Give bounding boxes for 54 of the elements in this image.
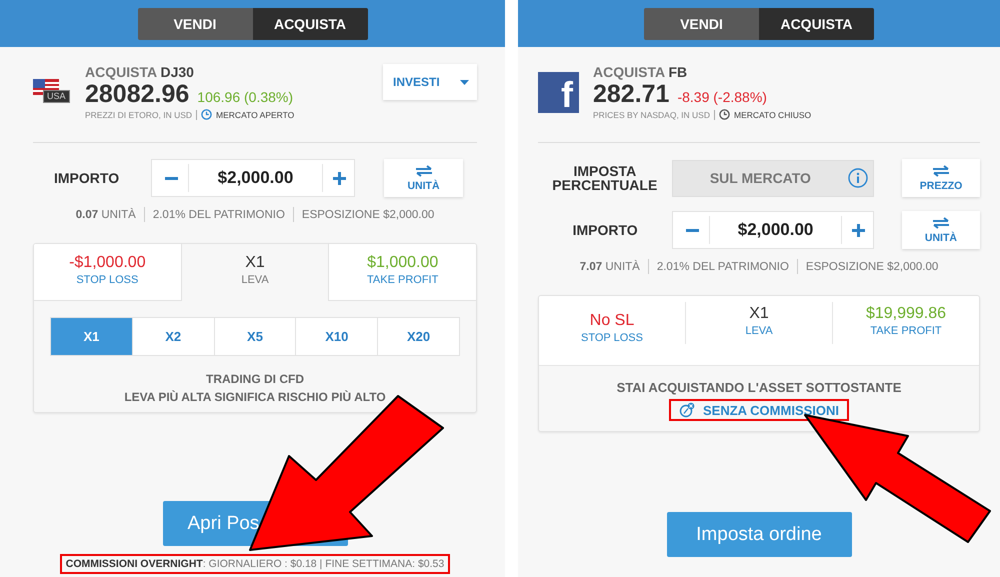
market-status: MERCATO CHIUSO xyxy=(734,110,812,120)
plus-icon[interactable] xyxy=(333,172,346,184)
info-text: STAI ACQUISTANDO L'ASSET SOTTOSTANTE xyxy=(616,380,902,395)
stat-text: ESPOSIZIONE $2,000.00 xyxy=(302,208,434,220)
price-source: PRICES BY NASDAQ, IN USD xyxy=(593,110,710,120)
instrument-title: ACQUISTA FB xyxy=(593,64,688,80)
side-tab[interactable]: VENDI xyxy=(138,8,252,40)
risk-tab[interactable]: $1,000.00 TAKE PROFIT xyxy=(329,244,476,301)
market-status: MERCATO APERTO xyxy=(216,110,294,120)
stat-text: ESPOSIZIONE $2,000.00 xyxy=(806,260,938,272)
amount-value: $2,000.00 xyxy=(188,164,323,192)
amount-value: $2,000.00 xyxy=(709,216,842,244)
invest-dropdown[interactable]: INVESTI xyxy=(383,64,477,100)
side-tab[interactable]: ACQUISTA xyxy=(252,8,368,40)
field-label: IMPORTO xyxy=(53,171,120,185)
swap-arrows-icon xyxy=(932,164,950,176)
leverage-option[interactable]: X20 xyxy=(377,318,459,355)
caret-icon xyxy=(460,80,469,84)
field-label: IMPOSTA PERCENTUALE xyxy=(551,164,658,192)
switch-button[interactable]: UNITÀ xyxy=(384,159,463,197)
side-tab[interactable]: ACQUISTA xyxy=(759,8,874,40)
amount-stepper[interactable]: $2,000.00 xyxy=(672,211,874,249)
minus-icon[interactable] xyxy=(165,176,178,180)
risk-tab[interactable]: X1 LEVA xyxy=(180,244,330,301)
info-text: LEVA PIÙ ALTA SIGNIFICA RISCHIO PIÙ ALTO xyxy=(124,390,386,404)
instrument-title: ACQUISTA DJ30 xyxy=(85,64,195,80)
plus-icon[interactable] xyxy=(852,224,865,236)
amount-stepper[interactable]: $2,000.00 xyxy=(151,159,355,197)
price: 28082.96 xyxy=(85,80,190,109)
leverage-option[interactable]: X1 xyxy=(51,318,132,355)
swap-arrows-icon xyxy=(932,216,950,228)
field-label: IMPORTO xyxy=(572,223,639,237)
switch-button[interactable]: UNITÀ xyxy=(902,211,980,249)
risk-tab[interactable]: -$1,000.00 STOP LOSS xyxy=(34,244,181,301)
side-tab[interactable]: VENDI xyxy=(644,8,759,40)
leverage-option[interactable]: X10 xyxy=(295,318,378,355)
minus-icon[interactable] xyxy=(686,228,700,232)
info-text: TRADING DI CFD xyxy=(206,372,304,386)
stat-text: 2.01% DEL PATRIMONIO xyxy=(152,208,285,220)
price-change: 106.96 (0.38%) xyxy=(197,89,294,105)
percent-badge-icon xyxy=(678,402,695,418)
logo-icon: f xyxy=(538,72,579,112)
price-source: PREZZI DI ETORO, IN USD xyxy=(85,110,192,120)
stat-text: 7.07 UNITÀ xyxy=(580,260,640,272)
swap-arrows-icon xyxy=(414,164,432,176)
leverage-option[interactable]: X2 xyxy=(132,318,214,355)
stat-text: 2.01% DEL PATRIMONIO xyxy=(656,260,789,272)
leverage-option[interactable]: X5 xyxy=(214,318,296,355)
overnight-fees-note: COMMISSIONI OVERNIGHT: GIORNALIERO : $0.18 | FINE SETTIMANA: $0.53 xyxy=(60,554,450,574)
primary-button[interactable]: Imposta ordine xyxy=(666,512,852,557)
stat-text: 0.07 UNITÀ xyxy=(76,208,136,220)
price-change: -8.39 (-2.88%) xyxy=(677,89,767,105)
no-commission-link[interactable]: SENZA COMMISSIONI xyxy=(668,399,850,421)
price: 282.71 xyxy=(593,80,670,109)
